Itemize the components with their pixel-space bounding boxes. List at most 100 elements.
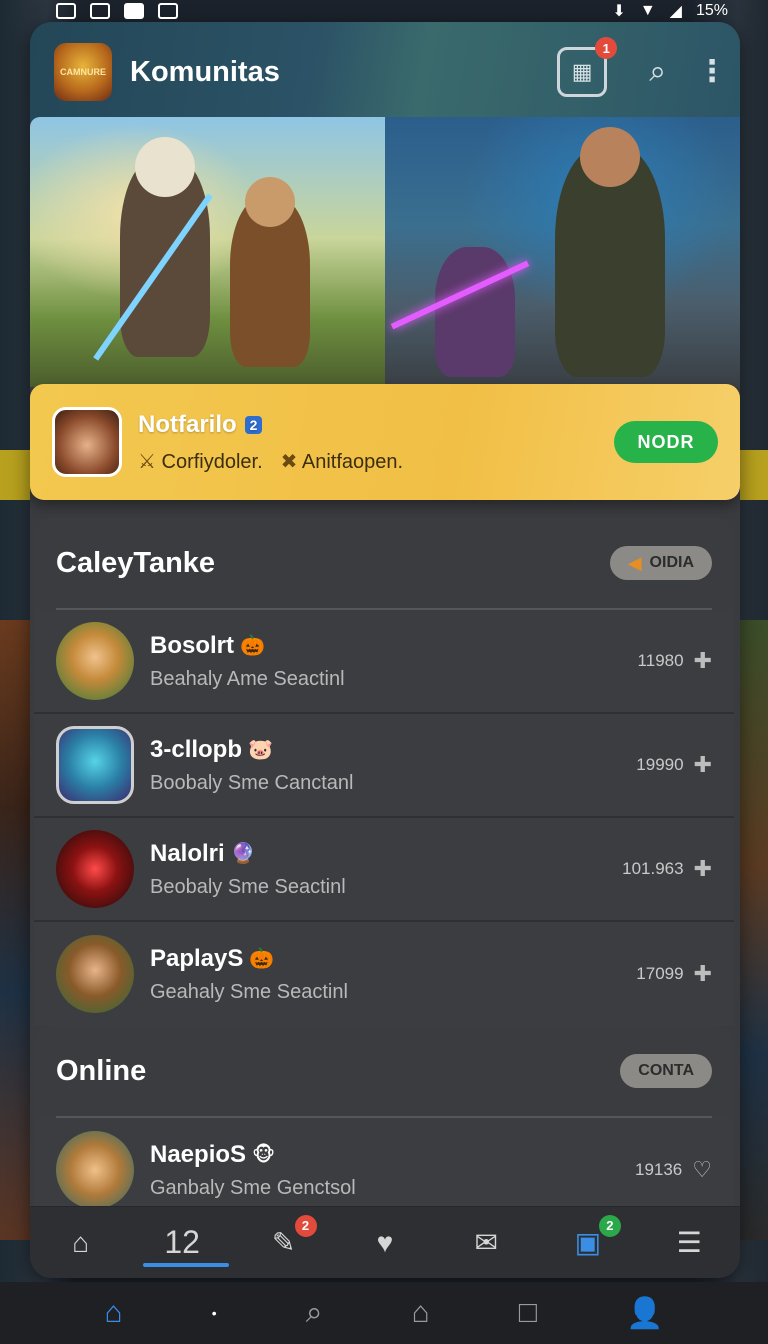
- search-button[interactable]: ⌕: [649, 55, 666, 89]
- bottom-tab-bar: ⌂ 12 ✎ 2 ♥ ✉ ▣ 2 ☰: [30, 1206, 740, 1278]
- system-navigation-bar: ⌂ • ⌕ ⌂ □ 👤: [0, 1282, 768, 1344]
- logo-text: CAMNURE: [60, 67, 106, 77]
- user-subtitle: Geahaly Sme Seactinl: [150, 980, 348, 1003]
- featured-user-card[interactable]: Notfarilo 2 ⚔ Corfiydoler. ✖ Anitfaopen.…: [30, 384, 740, 500]
- list-item[interactable]: Bosolrt 🎃 Beahaly Ame Seactinl 11980 ✚: [34, 610, 734, 714]
- user-name: NaepioS: [150, 1140, 247, 1168]
- list-item[interactable]: Nalolri 🔮 Beobaly Sme Seactinl 101.963 ✚: [34, 818, 734, 922]
- active-tab-indicator: [143, 1262, 230, 1267]
- tab-menu[interactable]: ☰: [644, 1207, 734, 1279]
- user-name: PaplayS: [150, 944, 244, 972]
- list-item[interactable]: PaplayS 🎃 Geahaly Sme Seactinl 17099 ✚: [34, 922, 734, 1026]
- pumpkin-icon: 🎃: [240, 635, 265, 657]
- battery-level: 15%: [695, 2, 728, 19]
- avatar[interactable]: [56, 726, 134, 804]
- user-count: 11980: [637, 651, 684, 670]
- user-count: 101.963: [622, 859, 684, 878]
- crystal-icon: 🔮: [230, 843, 256, 865]
- chat-badge: 2: [294, 1214, 317, 1237]
- inbox-icon: ✉: [474, 1227, 499, 1258]
- wifi-icon: ▼: [639, 2, 656, 19]
- avatar[interactable]: [56, 622, 134, 700]
- app-logo[interactable]: CAMNURE: [54, 43, 112, 101]
- avatar[interactable]: [56, 1131, 134, 1209]
- user-count: 19136: [634, 1160, 683, 1179]
- banner-image-right[interactable]: [385, 117, 740, 387]
- tab-favorites[interactable]: ♥: [340, 1207, 430, 1279]
- sword-icon: ⚔: [138, 450, 156, 473]
- pill-label: CONTA: [638, 1062, 694, 1079]
- chat-edit-icon: ✎: [271, 1227, 296, 1258]
- notifications-button[interactable]: ▦ 1: [557, 37, 618, 97]
- mail-notification-icon: [90, 3, 110, 19]
- arrow-left-icon: ◀: [627, 552, 642, 573]
- featured-tag-1: Corfiydoler.: [161, 450, 263, 473]
- heart-outline-icon[interactable]: ♡: [692, 1157, 712, 1183]
- hamburger-menu-icon: ☰: [676, 1227, 702, 1258]
- add-icon[interactable]: ✚: [694, 961, 712, 987]
- nav-dot-icon: •: [211, 1305, 217, 1321]
- check-notification-icon: [124, 3, 144, 19]
- nav-recents-icon[interactable]: □: [519, 1296, 537, 1330]
- background-strip-right: [738, 620, 768, 1240]
- user-name: Nalolri: [150, 839, 225, 867]
- tab-inbox[interactable]: ✉: [441, 1207, 531, 1279]
- section-online: Online CONTA NaepioS 🐵 Ganbaly Sme Gencts…: [34, 1026, 734, 1222]
- featured-name: Notfarilo: [138, 410, 237, 438]
- more-vertical-icon: ⋮: [697, 55, 727, 88]
- app-header: CAMNURE Komunitas ▦ 1 ⌕ ⋮: [30, 22, 740, 122]
- background-band-left: [0, 450, 34, 500]
- featured-action-button[interactable]: NODR: [614, 421, 718, 463]
- pig-icon: 🐷: [248, 739, 273, 761]
- add-icon[interactable]: ✚: [694, 856, 712, 882]
- chart-notification-icon: [158, 3, 178, 19]
- avatar[interactable]: [56, 935, 134, 1013]
- user-count: 19990: [636, 755, 684, 774]
- nav-house-outline-icon[interactable]: ⌂: [412, 1296, 430, 1330]
- page-title: Komunitas: [130, 55, 280, 88]
- community-card: CAMNURE Komunitas ▦ 1 ⌕ ⋮ Notfarilo 2 ⚔ …: [30, 22, 740, 1278]
- featured-level-badge: 2: [244, 415, 263, 434]
- app-notification-icon: [56, 3, 76, 19]
- featured-avatar[interactable]: [52, 407, 122, 477]
- tab-board[interactable]: ▣ 2: [543, 1207, 633, 1279]
- pill-label: OIDIA: [649, 554, 694, 571]
- crossed-swords-icon: ✖: [280, 450, 298, 473]
- tab-chat[interactable]: ✎ 2: [239, 1207, 329, 1279]
- user-subtitle: Ganbaly Sme Genctsol: [150, 1176, 356, 1199]
- hero-banner[interactable]: [30, 117, 740, 387]
- section-title: Online: [56, 1054, 147, 1087]
- board-icon: ▣: [574, 1227, 602, 1258]
- nav-search-icon[interactable]: ⌕: [306, 1296, 323, 1330]
- section-filter-pill[interactable]: ◀ OIDIA: [609, 546, 712, 580]
- tab-home[interactable]: ⌂: [36, 1207, 126, 1279]
- monkey-icon: 🐵: [252, 1144, 276, 1166]
- user-name: 3-cllopb: [150, 735, 243, 763]
- background-band-right: [738, 450, 768, 500]
- section-filter-pill[interactable]: CONTA: [620, 1054, 712, 1088]
- user-subtitle: Boobaly Sme Canctanl: [150, 771, 354, 794]
- section-title: CaleyTanke: [56, 546, 216, 579]
- signal-icon: ◢: [669, 3, 682, 20]
- section-caleytanke: CaleyTanke ◀ OIDIA Bosolrt 🎃 Beahaly Ame …: [34, 518, 734, 1026]
- tab-count[interactable]: 12: [137, 1207, 230, 1279]
- nav-profile-icon[interactable]: 👤: [626, 1296, 663, 1331]
- add-icon[interactable]: ✚: [694, 752, 712, 778]
- board-badge: 2: [598, 1214, 621, 1237]
- list-item[interactable]: 3-cllopb 🐷 Boobaly Sme Canctanl 19990 ✚: [34, 714, 734, 818]
- banner-image-left[interactable]: [30, 117, 385, 387]
- user-subtitle: Beahaly Ame Seactinl: [150, 667, 345, 690]
- user-name: Bosolrt: [150, 631, 234, 659]
- overflow-menu-button[interactable]: ⋮: [697, 57, 727, 87]
- background-strip-left: [0, 620, 30, 1240]
- notifications-badge: 1: [595, 37, 618, 59]
- avatar[interactable]: [56, 830, 134, 908]
- search-icon: ⌕: [649, 55, 666, 88]
- pumpkin-icon: 🎃: [249, 948, 275, 970]
- status-bar: ⬇ ▼ ◢ 15%: [0, 0, 768, 22]
- tab-count-label: 12: [164, 1224, 200, 1260]
- nav-home-icon[interactable]: ⌂: [105, 1296, 123, 1330]
- user-subtitle: Beobaly Sme Seactinl: [150, 875, 346, 898]
- add-icon[interactable]: ✚: [694, 648, 712, 674]
- download-icon: ⬇: [612, 3, 626, 20]
